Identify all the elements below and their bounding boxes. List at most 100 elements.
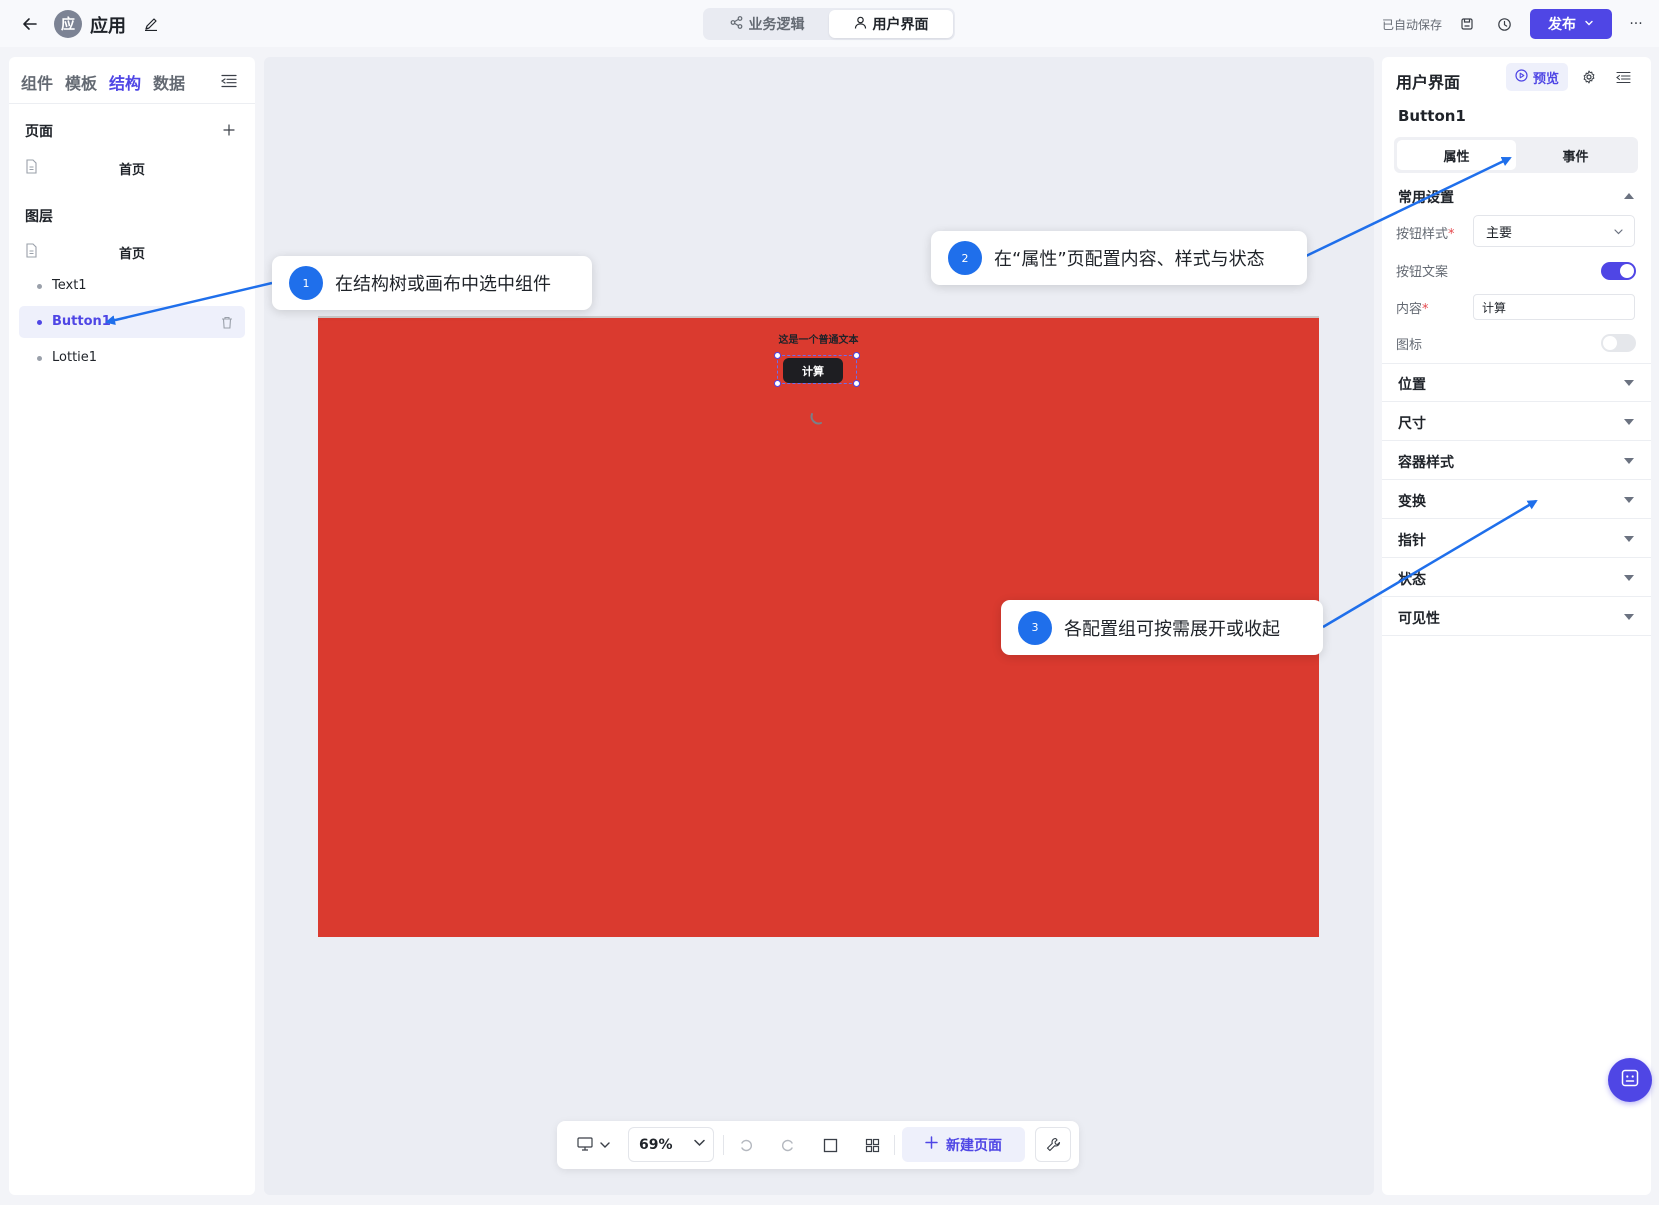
group-divider [1382,635,1651,636]
layers-section-title: 图层 [25,209,53,225]
group-divider [1382,401,1651,402]
chevron-down-icon [693,1136,706,1153]
tab-business-logic-label: 业务逻辑 [748,17,805,33]
annotation-text: 各配置组可按需展开或收起 [1064,618,1280,640]
plus-icon [925,1136,938,1153]
autosave-status: 已自动保存 [1382,18,1443,32]
content-label-text: 内容 [1396,302,1423,317]
button-text-toggle[interactable] [1601,262,1636,280]
group-state[interactable]: 状态 [1382,559,1651,597]
tab-data[interactable]: 数据 [153,70,185,94]
group-divider [1382,518,1651,519]
icon-label: 图标 [1396,338,1423,353]
toggle-knob [1620,264,1634,278]
save-icon[interactable] [1457,14,1477,34]
annotation-text: 在“属性”页配置内容、样式与状态 [994,249,1265,270]
left-panel-divider [9,103,255,104]
annotation-callout-2: 2 在“属性”页配置内容、样式与状态 [931,231,1307,285]
annotation-callout-1: 1 在结构树或画布中选中组件 [272,256,592,310]
preview-button[interactable]: 预览 [1506,63,1568,91]
page-item-home[interactable]: 首页 [19,152,245,182]
add-page-plus-icon[interactable] [220,121,238,139]
tab-templates[interactable]: 模板 [65,70,97,94]
right-panel-title: 用户界面 [1396,73,1461,92]
layer-item-text1[interactable]: Text1 [19,270,245,302]
group-divider [1382,440,1651,441]
mode-switch: 业务逻辑 用户界面 [703,8,955,40]
publish-button[interactable]: 发布 [1530,9,1612,39]
tab-properties[interactable]: 属性 [1397,140,1516,170]
group-title: 可见性 [1398,611,1440,627]
tab-business-logic[interactable]: 业务逻辑 [705,10,829,38]
group-visibility[interactable]: 可见性 [1382,598,1651,636]
collapse-panel-icon[interactable] [1614,68,1632,86]
edit-pencil-icon[interactable] [142,15,160,33]
icon-toggle[interactable] [1601,334,1636,352]
gear-icon[interactable] [1580,68,1598,86]
group-common-settings[interactable]: 常用设置 [1382,177,1651,215]
group-title: 常用设置 [1398,190,1454,206]
tab-user-interface-label: 用户界面 [872,17,929,33]
group-divider [1382,479,1651,480]
lottie-loading-spinner-icon[interactable] [808,409,826,427]
history-icon[interactable] [1494,14,1514,34]
ai-assistant-button[interactable] [1608,1058,1652,1102]
layer-bullet [37,320,42,325]
layer-root-home[interactable]: 首页 [19,236,245,266]
canvas-text-component[interactable]: 这是一个普通文本 [318,331,1319,346]
caret-down-icon [1624,419,1634,425]
canvas-button-component[interactable]: 计算 [783,358,843,383]
layer-item-label: Lottie1 [52,350,98,365]
property-tabs: 属性 事件 [1394,137,1638,173]
tab-structure[interactable]: 结构 [109,70,141,94]
top-bar: 应 应用 业务逻辑 用户界面 已自动保存 发布 ··· [0,0,1659,47]
required-mark: * [1422,302,1429,317]
tab-user-interface[interactable]: 用户界面 [829,10,953,38]
layer-item-button1[interactable]: Button1 [19,306,245,338]
button-style-select[interactable]: 主要 [1473,215,1635,247]
more-icon[interactable]: ··· [1626,14,1646,34]
tab-components[interactable]: 组件 [21,70,53,94]
content-input[interactable] [1473,294,1635,320]
layer-item-label: Button1 [52,314,111,329]
layer-root-label: 首页 [118,247,145,262]
group-transform[interactable]: 变换 [1382,481,1651,519]
wrench-icon[interactable] [1035,1127,1071,1162]
app-avatar: 应 [54,10,82,38]
collapse-panel-icon[interactable] [219,71,239,91]
back-arrow-icon[interactable] [20,14,40,34]
zoom-selector[interactable]: 69% [628,1127,714,1162]
redo-icon[interactable] [777,1134,799,1156]
left-panel: 组件 模板 结构 数据 页面 首页 图层 首页 Text1 Button1 Lo… [9,57,255,1195]
device-selector[interactable] [571,1135,617,1155]
content-label: 内容* [1396,298,1429,317]
annotation-text: 在结构树或画布中选中组件 [335,274,551,295]
button-style-label: 按钮样式* [1396,223,1455,242]
trash-icon[interactable] [219,314,235,330]
resize-handle-bottom-right[interactable] [853,380,860,387]
group-divider [1382,596,1651,597]
group-size[interactable]: 尺寸 [1382,403,1651,441]
resize-handle-top-right[interactable] [853,352,860,359]
play-circle-icon [1515,68,1528,86]
selection-box: 计算 [774,352,860,387]
caret-down-icon [1624,458,1634,464]
resize-handle-bottom-left[interactable] [774,380,781,387]
grid-icon[interactable] [861,1134,883,1156]
selected-component-name: Button1 [1398,107,1466,125]
user-icon [854,16,867,33]
left-tabs: 组件 模板 结构 数据 [21,70,185,94]
resize-handle-top-left[interactable] [774,352,781,359]
annotation-badge: 3 [1018,610,1052,645]
group-pointer[interactable]: 指针 [1382,520,1651,558]
layer-item-lottie1[interactable]: Lottie1 [19,342,245,374]
group-position[interactable]: 位置 [1382,364,1651,402]
tab-events[interactable]: 事件 [1516,140,1635,170]
caret-down-icon [1624,614,1634,620]
group-container-style[interactable]: 容器样式 [1382,442,1651,480]
undo-icon[interactable] [735,1134,757,1156]
right-panel: 用户界面 预览 Button1 属性 事件 常用设置 按钮样式* 主要 按钮文案… [1382,57,1651,1195]
layer-item-label: Text1 [52,278,87,293]
new-page-button[interactable]: 新建页面 [902,1127,1025,1162]
frame-square-icon[interactable] [819,1134,841,1156]
